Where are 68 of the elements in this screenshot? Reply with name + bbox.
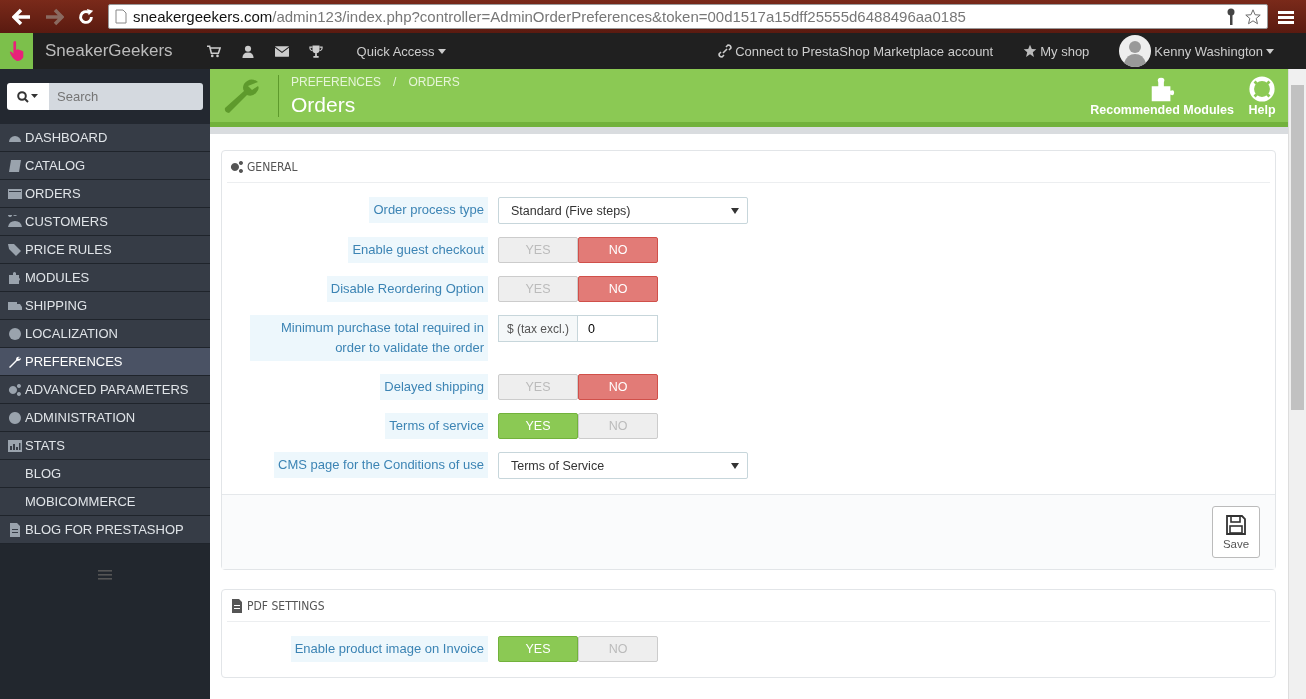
breadcrumb-separator: / — [393, 74, 397, 89]
sidebar-item[interactable]: ADMINISTRATION — [0, 404, 210, 432]
field-label: CMS page for the Conditions of use — [274, 452, 488, 478]
page-icon — [115, 9, 127, 24]
back-icon[interactable] — [12, 7, 32, 26]
cart-icon[interactable] — [206, 44, 221, 58]
sidebar-item[interactable]: MODULES — [0, 264, 210, 292]
my-shop-link[interactable]: My shop — [1023, 43, 1090, 59]
sidebar-item[interactable]: STATS — [0, 432, 210, 460]
field-label: Enable guest checkout — [348, 237, 488, 263]
panel-title: PDF SETTINGS — [247, 598, 325, 613]
sidebar-item[interactable]: CUSTOMERS — [0, 208, 210, 236]
shop-name[interactable]: SneakerGeekers — [45, 41, 173, 61]
floppy-icon — [1226, 514, 1246, 535]
search-icon — [17, 90, 39, 103]
forward-icon[interactable] — [44, 7, 64, 26]
trophy-icon[interactable] — [308, 44, 323, 58]
quick-access-menu[interactable]: Quick Access — [356, 43, 446, 59]
field-label: Minimum purchase total required in order to validate the order — [250, 315, 488, 361]
wrench-icon — [8, 354, 22, 369]
lifebuoy-icon — [1248, 74, 1276, 103]
amount-field[interactable]: 0 — [578, 315, 658, 342]
field-label: Disable Reordering Option — [326, 276, 488, 302]
sidebar-item[interactable]: ADVANCED PARAMETERS — [0, 376, 210, 404]
dropdown[interactable]: Terms of Service — [498, 452, 748, 479]
sidebar-item[interactable]: MOBICOMMERCE — [0, 488, 210, 516]
sidebar-item[interactable]: BLOG FOR PRESTASHOP — [0, 516, 210, 544]
file-icon — [230, 598, 244, 613]
star-icon — [1023, 44, 1038, 58]
sidebar-item[interactable]: ORDERS — [0, 180, 210, 208]
url-text: sneakergeekers.com/admin123/index.php?controller=AdminOrderPreferences&token=00d1517a15dff25555d6488496aa0185 — [133, 8, 967, 25]
menu-icon[interactable] — [1278, 9, 1294, 24]
address-bar[interactable]: sneakergeekers.com/admin123/index.php?controller=AdminOrderPreferences&token=00d1517a15dff25555d6488496aa0185 — [108, 4, 1268, 29]
hand-icon — [7, 40, 26, 62]
currency-addon: $ (tax excl.) — [498, 315, 578, 342]
link-icon — [718, 44, 733, 58]
page-title: Orders — [291, 92, 357, 117]
caret-icon — [731, 207, 739, 214]
tag-icon — [8, 242, 22, 257]
field-label: Enable product image on Invoice — [290, 636, 488, 662]
field-label: Order process type — [369, 197, 488, 223]
caret-icon — [1266, 48, 1274, 54]
file-icon — [8, 522, 22, 537]
sidebar-item[interactable]: BLOG — [0, 460, 210, 488]
caret-icon — [731, 462, 739, 469]
avatar[interactable] — [1119, 35, 1152, 67]
sidebar-item[interactable]: PRICE RULES — [0, 236, 210, 264]
field-label: Terms of service — [385, 413, 488, 439]
marketplace-link[interactable]: Connect to PrestaShop Marketplace account — [718, 43, 994, 59]
sidebar-item[interactable]: DASHBOARD — [0, 124, 210, 152]
panel-title: GENERAL — [247, 159, 298, 174]
sidebar-item[interactable]: CATALOG — [0, 152, 210, 180]
sidebar-item[interactable]: LOCALIZATION — [0, 320, 210, 348]
star-icon[interactable] — [1245, 7, 1261, 26]
reload-icon[interactable] — [76, 7, 96, 26]
user-menu[interactable]: Kenny Washington — [1154, 43, 1274, 59]
card-icon — [8, 186, 22, 201]
dropdown[interactable]: Standard (Five steps) — [498, 197, 748, 224]
caret-icon — [437, 48, 446, 54]
sidebar-item[interactable]: PREFERENCES — [0, 348, 210, 376]
field-label: Delayed shipping — [380, 374, 488, 400]
save-button[interactable]: Save — [1212, 506, 1260, 558]
chart-icon — [8, 438, 22, 453]
scrollbar[interactable] — [1288, 69, 1306, 699]
puzzle-icon — [8, 270, 22, 285]
user-icon[interactable] — [240, 44, 255, 58]
mail-icon[interactable] — [274, 44, 289, 58]
sidebar-item[interactable]: SHIPPING — [0, 292, 210, 320]
